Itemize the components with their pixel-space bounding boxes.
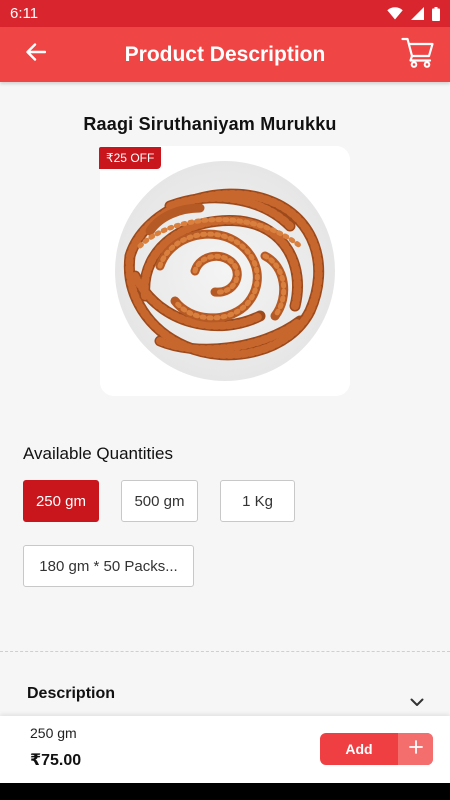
chevron-down-icon bbox=[410, 694, 424, 712]
back-arrow-icon bbox=[26, 43, 47, 66]
quantity-option-180gm-packs[interactable]: 180 gm * 50 Packs... bbox=[23, 545, 194, 587]
quantity-option-250gm[interactable]: 250 gm bbox=[23, 480, 99, 522]
page-title: Product Description bbox=[124, 42, 326, 66]
add-button-label: Add bbox=[345, 741, 373, 757]
add-to-cart-button[interactable]: Add bbox=[320, 733, 433, 765]
product-image bbox=[100, 146, 350, 396]
divider bbox=[0, 651, 450, 652]
status-bar: 6:11 bbox=[0, 0, 450, 27]
back-button[interactable] bbox=[18, 37, 54, 73]
add-plus-button[interactable] bbox=[398, 733, 433, 765]
quantity-option-1kg[interactable]: 1 Kg bbox=[220, 480, 295, 522]
selected-quantity: 250 gm bbox=[30, 725, 77, 741]
app-bar: Product Description bbox=[0, 27, 450, 82]
cart-icon bbox=[401, 36, 435, 73]
battery-icon bbox=[432, 6, 440, 21]
product-title: Raagi Siruthaniyam Murukku bbox=[83, 114, 337, 134]
status-icons bbox=[387, 6, 440, 21]
offer-badge: ₹25 OFF bbox=[99, 147, 162, 169]
price: ₹75.00 bbox=[30, 752, 82, 769]
bottom-bar: 250 gm ₹75.00 Add bbox=[0, 716, 450, 783]
status-time: 6:11 bbox=[10, 5, 39, 22]
plus-icon bbox=[408, 739, 423, 759]
signal-icon bbox=[411, 7, 424, 20]
description-toggle[interactable]: Description bbox=[0, 680, 450, 714]
content-area: Raagi Siruthaniyam Murukku ₹25 OFF Avail… bbox=[0, 82, 450, 716]
description-title: Description bbox=[27, 685, 116, 702]
quantity-option-500gm[interactable]: 500 gm bbox=[121, 480, 198, 522]
wifi-icon bbox=[387, 7, 403, 20]
system-nav-bar bbox=[0, 783, 450, 800]
cart-button[interactable] bbox=[400, 37, 436, 73]
available-quantities-label: Available Quantities bbox=[23, 444, 173, 463]
